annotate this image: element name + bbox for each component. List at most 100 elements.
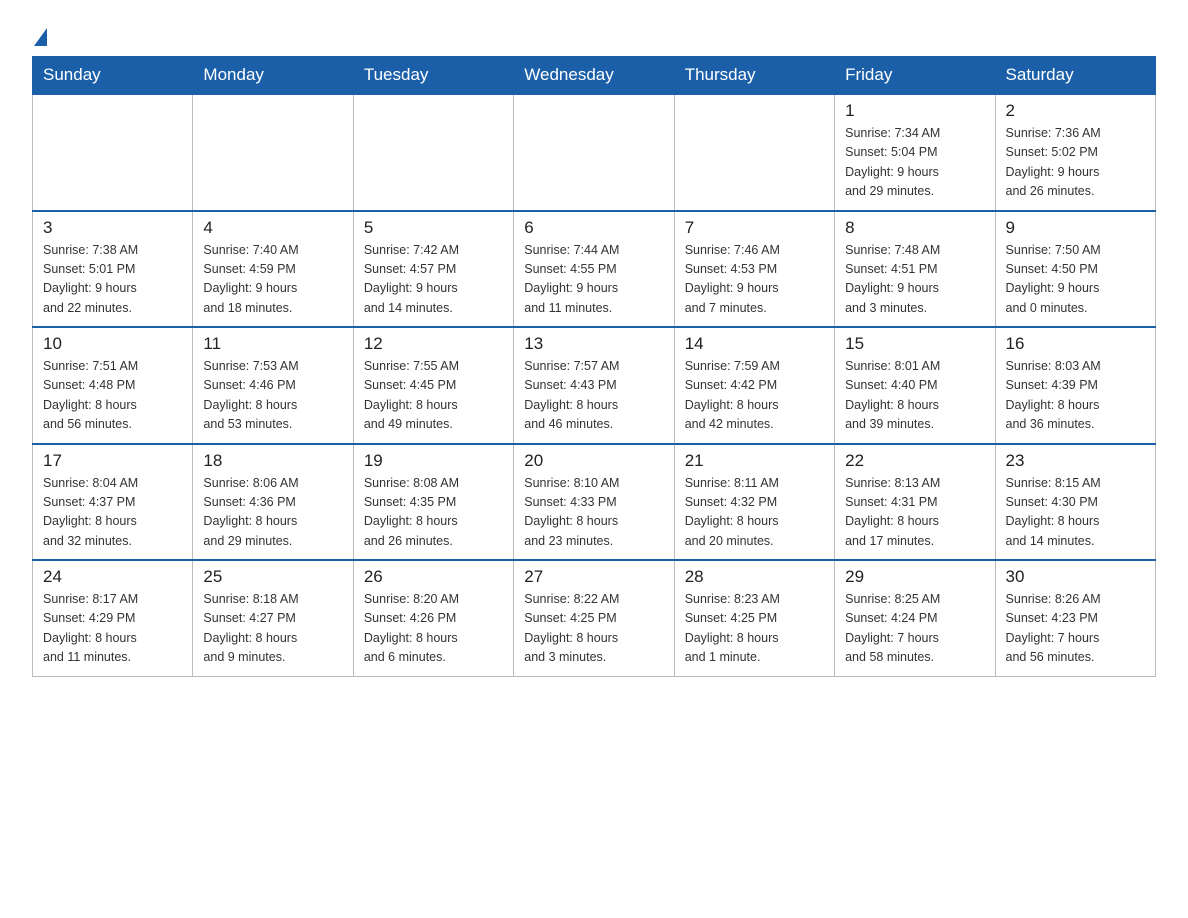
day-info: Sunrise: 8:11 AMSunset: 4:32 PMDaylight:… (685, 474, 824, 552)
calendar-cell: 28Sunrise: 8:23 AMSunset: 4:25 PMDayligh… (674, 560, 834, 676)
day-info: Sunrise: 8:01 AMSunset: 4:40 PMDaylight:… (845, 357, 984, 435)
calendar-week-row: 24Sunrise: 8:17 AMSunset: 4:29 PMDayligh… (33, 560, 1156, 676)
logo (32, 24, 47, 42)
day-number: 5 (364, 218, 503, 238)
day-info: Sunrise: 8:15 AMSunset: 4:30 PMDaylight:… (1006, 474, 1145, 552)
calendar-week-row: 17Sunrise: 8:04 AMSunset: 4:37 PMDayligh… (33, 444, 1156, 561)
calendar-cell: 22 Sunrise: 8:13 AMSunset: 4:31 PMDayligh… (835, 444, 995, 561)
day-info: Sunrise: 8:18 AMSunset: 4:27 PMDaylight:… (203, 590, 342, 668)
calendar-week-row: 10 Sunrise: 7:51 AMSunset: 4:48 PMDayligh… (33, 327, 1156, 444)
calendar-cell: 4 Sunrise: 7:40 AMSunset: 4:59 PMDaylight… (193, 211, 353, 328)
day-number: 19 (364, 451, 503, 471)
calendar-cell: 12 Sunrise: 7:55 AMSunset: 4:45 PMDayligh… (353, 327, 513, 444)
calendar-week-row: 3 Sunrise: 7:38 AMSunset: 5:01 PMDaylight… (33, 211, 1156, 328)
logo-triangle-icon (34, 28, 47, 46)
calendar-header-row: SundayMondayTuesdayWednesdayThursdayFrid… (33, 57, 1156, 95)
page-header (32, 24, 1156, 42)
calendar-cell: 10 Sunrise: 7:51 AMSunset: 4:48 PMDayligh… (33, 327, 193, 444)
day-number: 9 (1006, 218, 1145, 238)
calendar-cell: 21 Sunrise: 8:11 AMSunset: 4:32 PMDayligh… (674, 444, 834, 561)
calendar-cell: 14 Sunrise: 7:59 AMSunset: 4:42 PMDayligh… (674, 327, 834, 444)
day-info: Sunrise: 7:34 AMSunset: 5:04 PMDaylight:… (845, 124, 984, 202)
day-number: 13 (524, 334, 663, 354)
calendar-header-friday: Friday (835, 57, 995, 95)
calendar-cell: 7 Sunrise: 7:46 AMSunset: 4:53 PMDaylight… (674, 211, 834, 328)
day-number: 15 (845, 334, 984, 354)
calendar-table: SundayMondayTuesdayWednesdayThursdayFrid… (32, 56, 1156, 677)
calendar-header-saturday: Saturday (995, 57, 1155, 95)
calendar-cell (674, 94, 834, 211)
calendar-cell: 25 Sunrise: 8:18 AMSunset: 4:27 PMDayligh… (193, 560, 353, 676)
day-info: Sunrise: 7:55 AMSunset: 4:45 PMDaylight:… (364, 357, 503, 435)
calendar-header-thursday: Thursday (674, 57, 834, 95)
calendar-header-tuesday: Tuesday (353, 57, 513, 95)
calendar-cell: 13 Sunrise: 7:57 AMSunset: 4:43 PMDayligh… (514, 327, 674, 444)
day-info: Sunrise: 7:51 AMSunset: 4:48 PMDaylight:… (43, 357, 182, 435)
day-number: 2 (1006, 101, 1145, 121)
day-number: 16 (1006, 334, 1145, 354)
calendar-cell: 23 Sunrise: 8:15 AMSunset: 4:30 PMDayligh… (995, 444, 1155, 561)
day-number: 25 (203, 567, 342, 587)
day-number: 10 (43, 334, 182, 354)
calendar-cell (193, 94, 353, 211)
calendar-cell: 3 Sunrise: 7:38 AMSunset: 5:01 PMDaylight… (33, 211, 193, 328)
calendar-cell: 5 Sunrise: 7:42 AMSunset: 4:57 PMDaylight… (353, 211, 513, 328)
day-number: 27 (524, 567, 663, 587)
day-info: Sunrise: 8:26 AMSunset: 4:23 PMDaylight:… (1006, 590, 1145, 668)
day-number: 21 (685, 451, 824, 471)
day-info: Sunrise: 8:13 AMSunset: 4:31 PMDaylight:… (845, 474, 984, 552)
day-info: Sunrise: 8:17 AMSunset: 4:29 PMDaylight:… (43, 590, 182, 668)
day-number: 11 (203, 334, 342, 354)
calendar-cell (514, 94, 674, 211)
day-number: 22 (845, 451, 984, 471)
calendar-cell: 29 Sunrise: 8:25 AMSunset: 4:24 PMDayligh… (835, 560, 995, 676)
day-info: Sunrise: 7:53 AMSunset: 4:46 PMDaylight:… (203, 357, 342, 435)
day-number: 4 (203, 218, 342, 238)
calendar-cell: 15 Sunrise: 8:01 AMSunset: 4:40 PMDayligh… (835, 327, 995, 444)
calendar-cell (353, 94, 513, 211)
day-info: Sunrise: 8:22 AMSunset: 4:25 PMDaylight:… (524, 590, 663, 668)
day-info: Sunrise: 7:59 AMSunset: 4:42 PMDaylight:… (685, 357, 824, 435)
day-info: Sunrise: 7:50 AMSunset: 4:50 PMDaylight:… (1006, 241, 1145, 319)
calendar-cell: 20Sunrise: 8:10 AMSunset: 4:33 PMDayligh… (514, 444, 674, 561)
calendar-header-monday: Monday (193, 57, 353, 95)
day-number: 14 (685, 334, 824, 354)
day-info: Sunrise: 8:20 AMSunset: 4:26 PMDaylight:… (364, 590, 503, 668)
day-number: 6 (524, 218, 663, 238)
day-info: Sunrise: 7:36 AMSunset: 5:02 PMDaylight:… (1006, 124, 1145, 202)
day-number: 28 (685, 567, 824, 587)
day-info: Sunrise: 7:42 AMSunset: 4:57 PMDaylight:… (364, 241, 503, 319)
day-number: 7 (685, 218, 824, 238)
day-info: Sunrise: 8:25 AMSunset: 4:24 PMDaylight:… (845, 590, 984, 668)
calendar-cell: 1 Sunrise: 7:34 AMSunset: 5:04 PMDaylight… (835, 94, 995, 211)
day-number: 30 (1006, 567, 1145, 587)
calendar-week-row: 1 Sunrise: 7:34 AMSunset: 5:04 PMDaylight… (33, 94, 1156, 211)
day-number: 12 (364, 334, 503, 354)
calendar-cell: 16Sunrise: 8:03 AMSunset: 4:39 PMDayligh… (995, 327, 1155, 444)
calendar-cell: 2 Sunrise: 7:36 AMSunset: 5:02 PMDaylight… (995, 94, 1155, 211)
calendar-cell: 30 Sunrise: 8:26 AMSunset: 4:23 PMDayligh… (995, 560, 1155, 676)
calendar-cell: 24Sunrise: 8:17 AMSunset: 4:29 PMDayligh… (33, 560, 193, 676)
day-number: 17 (43, 451, 182, 471)
day-number: 8 (845, 218, 984, 238)
calendar-cell: 8 Sunrise: 7:48 AMSunset: 4:51 PMDaylight… (835, 211, 995, 328)
day-info: Sunrise: 7:40 AMSunset: 4:59 PMDaylight:… (203, 241, 342, 319)
day-info: Sunrise: 7:57 AMSunset: 4:43 PMDaylight:… (524, 357, 663, 435)
day-info: Sunrise: 7:46 AMSunset: 4:53 PMDaylight:… (685, 241, 824, 319)
day-number: 1 (845, 101, 984, 121)
calendar-cell: 27 Sunrise: 8:22 AMSunset: 4:25 PMDayligh… (514, 560, 674, 676)
calendar-cell: 19 Sunrise: 8:08 AMSunset: 4:35 PMDayligh… (353, 444, 513, 561)
day-info: Sunrise: 7:48 AMSunset: 4:51 PMDaylight:… (845, 241, 984, 319)
day-number: 3 (43, 218, 182, 238)
day-number: 29 (845, 567, 984, 587)
calendar-cell: 26Sunrise: 8:20 AMSunset: 4:26 PMDayligh… (353, 560, 513, 676)
calendar-header-wednesday: Wednesday (514, 57, 674, 95)
day-number: 20 (524, 451, 663, 471)
calendar-cell (33, 94, 193, 211)
day-info: Sunrise: 7:38 AMSunset: 5:01 PMDaylight:… (43, 241, 182, 319)
day-info: Sunrise: 8:08 AMSunset: 4:35 PMDaylight:… (364, 474, 503, 552)
calendar-header-sunday: Sunday (33, 57, 193, 95)
day-info: Sunrise: 7:44 AMSunset: 4:55 PMDaylight:… (524, 241, 663, 319)
day-number: 23 (1006, 451, 1145, 471)
calendar-cell: 18Sunrise: 8:06 AMSunset: 4:36 PMDayligh… (193, 444, 353, 561)
